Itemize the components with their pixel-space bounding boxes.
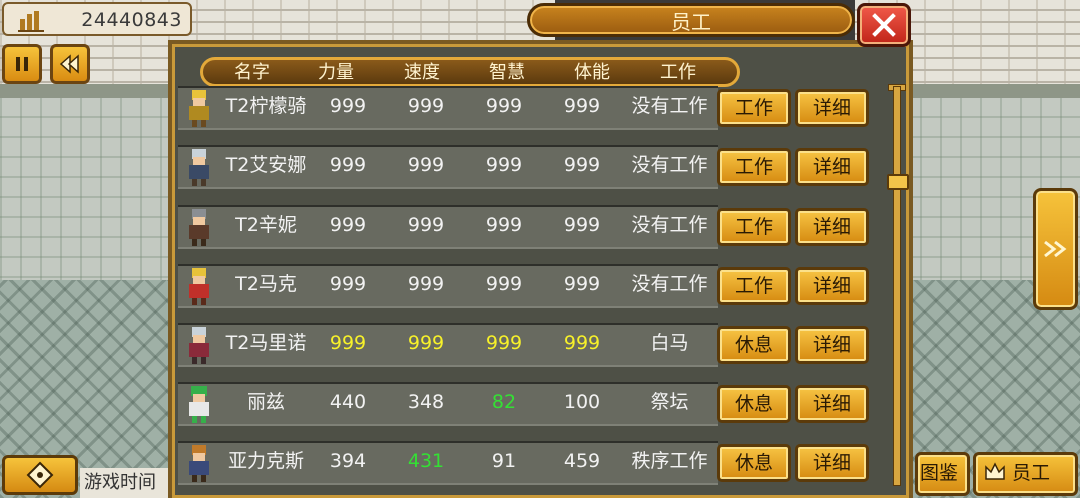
employee-stamina: 999	[563, 214, 601, 236]
employee-wisdom: 82	[491, 391, 517, 413]
employee-avatar-icon	[189, 209, 209, 246]
employee-wisdom: 999	[485, 95, 523, 117]
employee-stamina: 100	[563, 391, 601, 413]
staff-button[interactable]: 员工	[973, 452, 1078, 496]
work-button[interactable]: 工作	[717, 208, 791, 246]
scrollbar-track[interactable]	[893, 86, 901, 486]
crown-icon	[985, 462, 1005, 480]
employee-avatar-icon	[189, 149, 209, 186]
header-name: 名字	[234, 62, 270, 83]
employee-strength: 999	[329, 273, 367, 295]
employee-name: 亚力克斯	[227, 450, 304, 472]
employee-strength: 394	[329, 450, 367, 472]
employee-stamina: 459	[563, 450, 601, 472]
scrollbar-thumb[interactable]	[887, 174, 909, 190]
close-icon	[872, 13, 896, 37]
speed-button[interactable]	[50, 44, 90, 84]
employee-name: T2艾安娜	[225, 154, 307, 176]
employee-wisdom: 999	[485, 332, 523, 354]
employee-name: 丽兹	[246, 391, 285, 413]
close-button[interactable]	[857, 3, 911, 47]
detail-button[interactable]: 详细	[795, 326, 869, 364]
detail-button[interactable]: 详细	[795, 89, 869, 127]
employee-wisdom: 999	[485, 154, 523, 176]
employee-name: T2马克	[235, 273, 297, 295]
money-value: 24440843	[81, 9, 182, 31]
employee-avatar-icon	[189, 386, 209, 423]
employee-strength: 999	[329, 332, 367, 354]
employee-job: 秩序工作	[631, 450, 708, 472]
detail-button[interactable]: 详细	[795, 148, 869, 186]
encyclopedia-button[interactable]: 图鉴	[915, 452, 970, 496]
employee-strength: 440	[329, 391, 367, 413]
employee-job: 没有工作	[631, 273, 708, 295]
staff-label: 员工	[1012, 462, 1051, 484]
move-arrows-icon	[26, 461, 54, 489]
header-strength: 力量	[318, 62, 354, 83]
pause-button[interactable]	[2, 44, 42, 84]
money-icon	[18, 11, 44, 32]
employee-wisdom: 999	[485, 273, 523, 295]
employee-name: T2辛妮	[235, 214, 297, 236]
encyclopedia-label: 图鉴	[920, 462, 959, 484]
employee-job: 没有工作	[631, 154, 708, 176]
employee-speed: 999	[407, 214, 445, 236]
work-button[interactable]: 工作	[717, 267, 791, 305]
money-display: 24440843	[2, 2, 192, 36]
employee-stamina: 999	[563, 273, 601, 295]
employee-wisdom: 91	[491, 450, 517, 472]
speed-icon	[59, 54, 79, 74]
panel-title-text: 员工	[671, 9, 711, 34]
employee-job: 白马	[650, 332, 689, 354]
rest-button[interactable]: 休息	[717, 444, 791, 482]
detail-button[interactable]: 详细	[795, 385, 869, 423]
work-button[interactable]: 工作	[717, 89, 791, 127]
employee-avatar-icon	[189, 327, 209, 364]
employee-wisdom: 999	[485, 214, 523, 236]
pause-icon	[16, 57, 28, 71]
employee-strength: 999	[329, 214, 367, 236]
employee-avatar-icon	[189, 268, 209, 305]
employee-strength: 999	[329, 95, 367, 117]
employee-avatar-icon	[189, 90, 209, 127]
employee-speed: 348	[407, 391, 445, 413]
game-time-label: 游戏时间	[80, 468, 168, 498]
double-chevron-right-icon	[1043, 240, 1066, 258]
rest-button[interactable]: 休息	[717, 385, 791, 423]
header-wisdom: 智慧	[489, 62, 525, 83]
employee-speed: 431	[407, 450, 445, 472]
work-button[interactable]: 工作	[717, 148, 791, 186]
expand-right-button[interactable]	[1033, 188, 1078, 310]
employee-avatar-icon	[189, 445, 209, 482]
employee-strength: 999	[329, 154, 367, 176]
employee-speed: 999	[407, 95, 445, 117]
employee-speed: 999	[407, 273, 445, 295]
detail-button[interactable]: 详细	[795, 267, 869, 305]
camera-move-button[interactable]	[2, 455, 78, 495]
rest-button[interactable]: 休息	[717, 326, 791, 364]
employee-speed: 999	[407, 154, 445, 176]
employee-job: 没有工作	[631, 214, 708, 236]
header-job: 工作	[660, 62, 696, 83]
employee-job: 没有工作	[631, 95, 708, 117]
employee-job: 祭坛	[650, 391, 689, 413]
detail-button[interactable]: 详细	[795, 444, 869, 482]
detail-button[interactable]: 详细	[795, 208, 869, 246]
panel-title: 员工	[527, 3, 855, 37]
header-stamina: 体能	[574, 62, 610, 83]
employee-stamina: 999	[563, 332, 601, 354]
employee-name: T2马里诺	[225, 332, 307, 354]
header-speed: 速度	[404, 62, 440, 83]
employee-stamina: 999	[563, 95, 601, 117]
employee-name: T2柠檬骑	[225, 95, 307, 117]
employee-speed: 999	[407, 332, 445, 354]
employee-stamina: 999	[563, 154, 601, 176]
